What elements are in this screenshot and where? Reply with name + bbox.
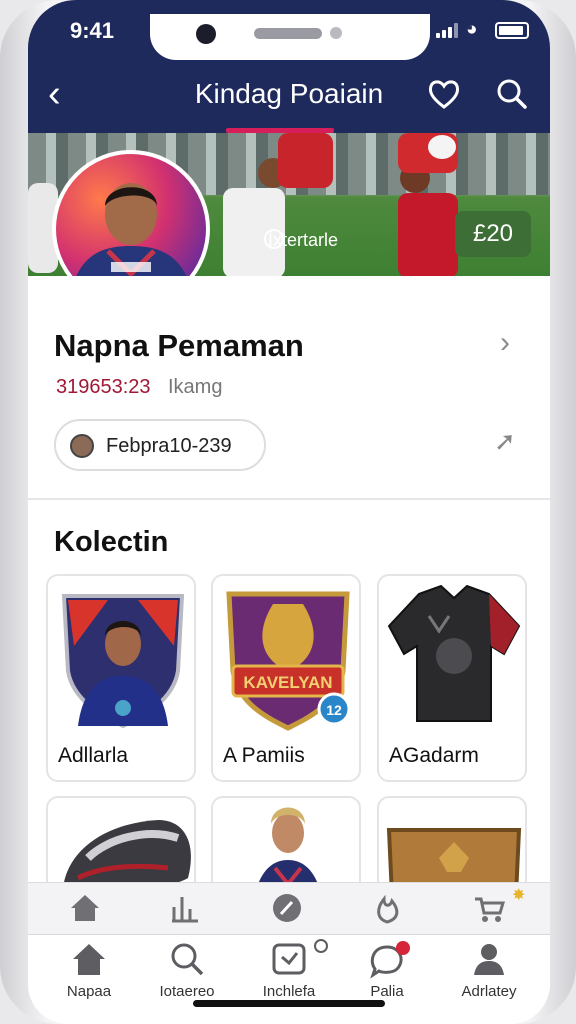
top-bar: 9:41 ◕ ‹ Kindag Poaiain	[28, 0, 550, 133]
collection-card-label: AGadarm	[389, 744, 479, 767]
profile-id-number: 319653:23	[56, 376, 151, 398]
card-badge: 12	[326, 702, 342, 718]
collection-card-label: Adllarla	[58, 744, 129, 767]
cart-icon[interactable]	[472, 891, 506, 925]
sensor-dot	[330, 27, 342, 39]
home-icon	[73, 944, 105, 975]
flame-icon[interactable]	[370, 891, 404, 925]
notch	[150, 14, 430, 60]
nav-item-search[interactable]: Iotaereo	[142, 939, 232, 1000]
coin-icon	[70, 434, 94, 458]
home-icon[interactable]	[68, 891, 102, 925]
star-icon: ✸	[512, 887, 526, 904]
player-figure	[278, 133, 333, 188]
jacket-image	[387, 584, 521, 722]
collection-card[interactable]: AGadarm	[377, 574, 527, 782]
nav-item-notifications[interactable]: Palia	[342, 939, 432, 1000]
heart-icon[interactable]	[424, 74, 464, 114]
profile-name: Napna Pemaman	[54, 328, 304, 363]
search-icon[interactable]	[492, 74, 532, 114]
nav-item-label: Napaa	[66, 983, 112, 1000]
hero-overlay-text: Ixtertarle	[268, 230, 339, 250]
ball-icon	[428, 135, 456, 159]
notification-badge	[396, 941, 410, 955]
speaker-grille	[254, 28, 322, 39]
share-arrow-icon[interactable]: ➚	[494, 426, 516, 457]
page-title: Kindag Poaiain	[194, 78, 384, 109]
chat-icon	[272, 943, 306, 975]
chart-icon[interactable]	[168, 891, 202, 925]
wifi-icon: ◕	[466, 19, 478, 40]
status-time: 9:41	[70, 18, 115, 43]
collection-card[interactable]: KAVELYAN 12 A Pamiis	[211, 574, 361, 782]
bottom-nav: Napaa Iotaereo Inchlefa Palia Adrlatey	[28, 934, 550, 1024]
compass-icon[interactable]	[270, 891, 304, 925]
profile-id-label: Ikamg	[168, 376, 223, 398]
chip-text: Febpra10-239	[106, 435, 232, 457]
nav-item-messages[interactable]: Inchlefa	[244, 939, 334, 1000]
chevron-right-icon[interactable]: ›	[500, 326, 510, 360]
nav-item-label: Iotaereo	[159, 983, 215, 1000]
notification-ring-icon	[314, 939, 328, 953]
screen: 9:41 ◕ ‹ Kindag Poaiain Ixtertarle £20 N…	[28, 0, 550, 1024]
battery-icon	[495, 22, 529, 39]
status-bar: 9:41 ◕	[28, 14, 550, 60]
nav-item-home[interactable]: Napaa	[44, 939, 134, 1000]
collection-title: Kolectin	[54, 526, 169, 558]
signal-icon	[436, 22, 458, 38]
nav-item-label: Palia	[370, 983, 404, 1000]
player-figure	[398, 193, 458, 276]
collection-card-label: A Pamiis	[223, 744, 305, 767]
header-nav: ‹ Kindag Poaiain	[28, 68, 550, 124]
secondary-toolbar: ✸	[28, 882, 550, 934]
nav-item-profile[interactable]: Adrlatey	[444, 939, 534, 1000]
profile-section: Napna Pemaman › 319653:23 Ikamg Febpra10…	[28, 276, 550, 500]
nav-item-label: Adrlatey	[461, 983, 517, 1000]
search-icon	[171, 943, 204, 976]
trophy-shield-image: KAVELYAN 12	[226, 591, 351, 731]
player-shield-image	[61, 594, 185, 729]
nav-item-label: Inchlefa	[262, 983, 316, 1000]
price-badge[interactable]: £20	[455, 211, 531, 257]
divider	[28, 498, 550, 500]
camera-icon	[196, 24, 216, 44]
profile-chip[interactable]: Febpra10-239	[54, 419, 266, 471]
home-indicator	[193, 1000, 385, 1007]
user-icon	[474, 944, 504, 975]
banner-text: KAVELYAN	[243, 673, 332, 692]
collection-card[interactable]: Adllarla	[46, 574, 196, 782]
